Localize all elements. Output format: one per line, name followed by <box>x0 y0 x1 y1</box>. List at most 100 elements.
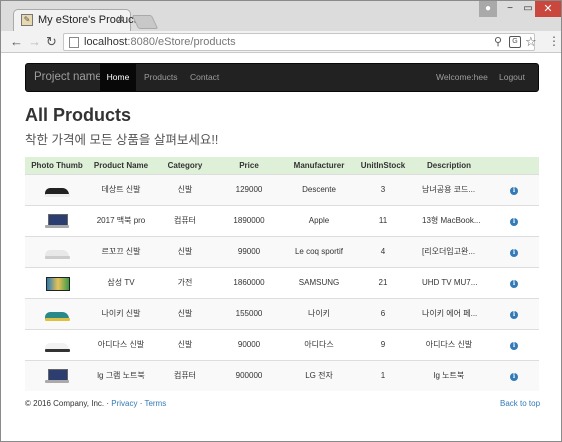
forward-icon[interactable]: → <box>28 34 41 50</box>
description-cell: UHD TV MU7... <box>409 266 489 298</box>
table-row: 르꼬끄 신발 신발 99000 Le coq sportif 4 [리오더입고완… <box>25 235 539 267</box>
category-cell: 컴퓨터 <box>153 359 217 391</box>
stock-cell: 11 <box>357 204 409 236</box>
info-icon[interactable]: i <box>510 248 518 257</box>
manufacturer-cell: Apple <box>281 204 357 236</box>
browser-tab[interactable]: ✎ My eStore's Products × <box>13 9 142 31</box>
user-profile-icon[interactable]: ● <box>479 1 497 17</box>
zoom-icon[interactable]: ⚲ <box>494 35 502 49</box>
info-icon[interactable]: i <box>510 341 518 350</box>
nav-contact[interactable]: Contact <box>190 64 219 91</box>
tab-close-icon[interactable]: × <box>117 13 124 25</box>
privacy-link[interactable]: Privacy <box>111 399 137 408</box>
table-row: 아디다스 신발 신발 90000 아디다스 9 아디다스 신발 i <box>25 328 539 360</box>
photo-thumb-cell <box>25 235 89 267</box>
page-content: Project name Home Products Contact Welco… <box>1 53 561 441</box>
info-icon[interactable]: i <box>510 217 518 226</box>
manufacturer-cell: LG 전자 <box>281 359 357 391</box>
description-cell: 13형 MacBook... <box>409 204 489 236</box>
favicon-icon: ✎ <box>21 14 33 26</box>
category-cell: 신발 <box>153 173 217 205</box>
tv-thumbnail[interactable] <box>43 275 71 291</box>
photo-thumb-cell <box>25 297 89 329</box>
back-icon[interactable]: ← <box>10 34 23 50</box>
shoe-thumbnail[interactable] <box>43 306 71 322</box>
price-cell: 900000 <box>217 359 281 391</box>
close-window-button[interactable]: ✕ <box>535 1 561 17</box>
description-cell: lg 노트북 <box>409 359 489 391</box>
info-cell: i <box>489 204 539 236</box>
navbar: Project name Home Products Contact Welco… <box>25 63 539 92</box>
laptop-thumbnail[interactable] <box>43 213 71 229</box>
product-name-cell: lg 그램 노트북 <box>89 359 153 391</box>
shoe-thumbnail[interactable] <box>43 182 71 198</box>
price-cell: 155000 <box>217 297 281 329</box>
category-cell: 신발 <box>153 297 217 329</box>
page-icon <box>69 37 79 48</box>
stock-cell: 1 <box>357 359 409 391</box>
translate-icon[interactable]: G <box>509 36 521 48</box>
table-row: 삼성 TV 가전 1860000 SAMSUNG 21 UHD TV MU7..… <box>25 266 539 298</box>
photo-thumb-cell <box>25 173 89 205</box>
table-row: 데상트 신발 신발 129000 Descente 3 남녀공용 코드... i <box>25 173 539 205</box>
info-cell: i <box>489 359 539 391</box>
column-header: Price <box>217 157 281 174</box>
new-tab-button[interactable] <box>131 15 159 29</box>
photo-thumb-cell <box>25 328 89 360</box>
info-cell: i <box>489 297 539 329</box>
back-to-top-link[interactable]: Back to top <box>500 399 540 408</box>
table-row: 나이키 신발 신발 155000 나이키 6 나이키 에어 페... i <box>25 297 539 329</box>
info-cell: i <box>489 235 539 267</box>
manufacturer-cell: 나이키 <box>281 297 357 329</box>
product-name-cell: 데상트 신발 <box>89 173 153 205</box>
info-icon[interactable]: i <box>510 186 518 195</box>
nav-logout[interactable]: Logout <box>499 64 525 91</box>
stock-cell: 21 <box>357 266 409 298</box>
product-name-cell: 르꼬끄 신발 <box>89 235 153 267</box>
browser-window: ✎ My eStore's Products × ● − ▭ ✕ ← → ↻ l… <box>0 0 562 442</box>
nav-products[interactable]: Products <box>144 64 178 91</box>
url-host: localhost <box>84 36 128 48</box>
shoe-thumbnail[interactable] <box>43 337 71 353</box>
browser-toolbar: ← → ↻ localhost:8080/eStore/products ⚲ G… <box>1 31 561 53</box>
nav-home[interactable]: Home <box>100 64 136 91</box>
price-cell: 129000 <box>217 173 281 205</box>
column-header: UnitInStock <box>357 157 409 174</box>
column-header: Category <box>153 157 217 174</box>
column-header: Description <box>409 157 489 174</box>
star-icon[interactable]: ☆ <box>525 35 537 49</box>
terms-link[interactable]: Terms <box>144 399 166 408</box>
price-cell: 99000 <box>217 235 281 267</box>
info-icon[interactable]: i <box>510 279 518 288</box>
info-cell: i <box>489 266 539 298</box>
reload-icon[interactable]: ↻ <box>46 34 57 50</box>
url-path: :8080/eStore/products <box>127 36 236 48</box>
manufacturer-cell: SAMSUNG <box>281 266 357 298</box>
description-cell: [리오더입고완... <box>409 235 489 267</box>
description-cell: 나이키 에어 페... <box>409 297 489 329</box>
column-header: Product Name <box>89 157 153 174</box>
category-cell: 신발 <box>153 235 217 267</box>
info-icon[interactable]: i <box>510 310 518 319</box>
price-cell: 1890000 <box>217 204 281 236</box>
description-cell: 아디다스 신발 <box>409 328 489 360</box>
category-cell: 신발 <box>153 328 217 360</box>
menu-icon[interactable]: ⋮ <box>548 34 560 48</box>
category-cell: 컴퓨터 <box>153 204 217 236</box>
address-bar[interactable]: localhost:8080/eStore/products ⚲ G ☆ <box>63 33 537 51</box>
page-title: All Products <box>25 105 132 125</box>
laptop-thumbnail[interactable] <box>43 368 71 384</box>
column-header: Photo Thumb <box>25 157 89 174</box>
navbar-brand[interactable]: Project name <box>34 71 102 83</box>
url-text[interactable]: localhost:8080/eStore/products <box>84 36 236 48</box>
product-name-cell: 2017 맥북 pro <box>89 204 153 236</box>
stock-cell: 6 <box>357 297 409 329</box>
title-bar: ✎ My eStore's Products × ● − ▭ ✕ <box>1 1 561 31</box>
shoe-thumbnail[interactable] <box>43 244 71 260</box>
info-icon[interactable]: i <box>510 372 518 381</box>
description-cell: 남녀공용 코드... <box>409 173 489 205</box>
stock-cell: 9 <box>357 328 409 360</box>
photo-thumb-cell <box>25 204 89 236</box>
nav-welcome[interactable]: Welcome:hee <box>436 64 488 91</box>
table-row: 2017 맥북 pro 컴퓨터 1890000 Apple 11 13형 Mac… <box>25 204 539 236</box>
